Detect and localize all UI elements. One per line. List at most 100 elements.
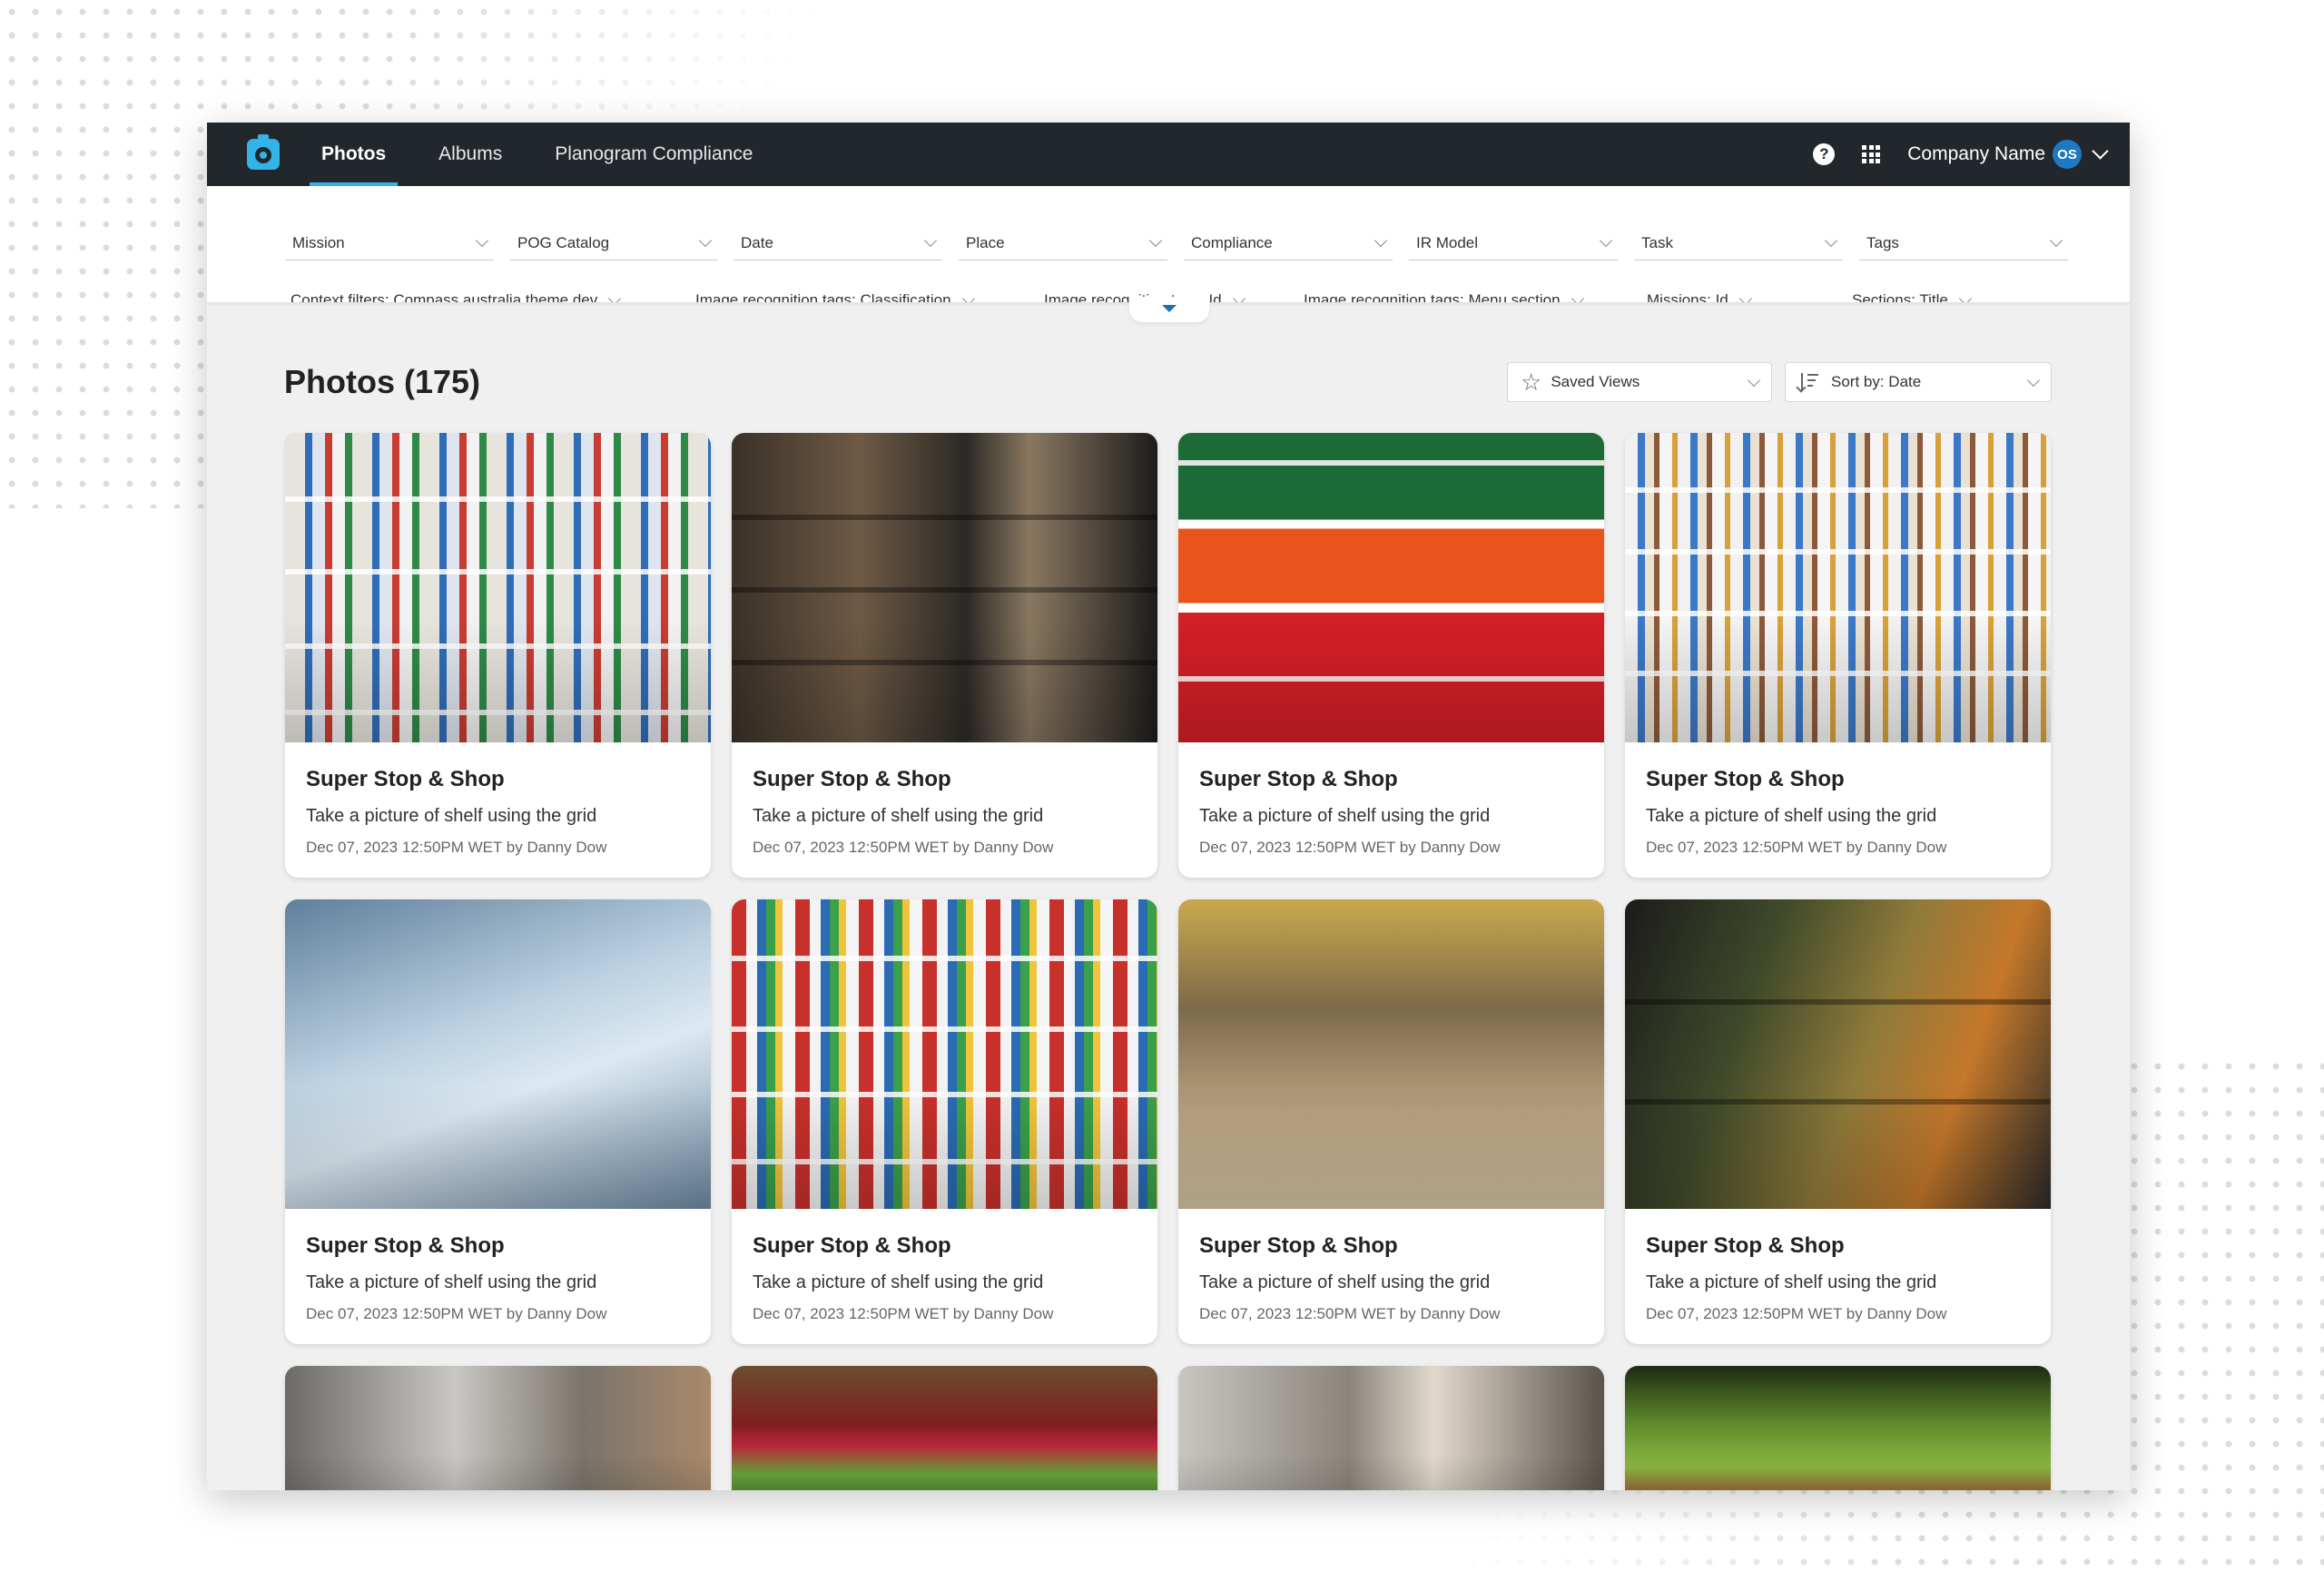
card-meta: Dec 07, 2023 12:50PM WET by Danny Dow — [1646, 839, 1947, 856]
saved-views-label: Saved Views — [1551, 373, 1640, 390]
context-filter-missions-id[interactable]: Missions: Id — [1647, 291, 1836, 302]
camera-logo-icon[interactable] — [247, 134, 280, 170]
card-task: Take a picture of shelf using the grid — [753, 806, 1044, 826]
card-store-name: Super Stop & Shop — [1199, 1233, 1398, 1258]
apps-grid-icon[interactable] — [1862, 145, 1881, 163]
card-meta: Dec 07, 2023 12:50PM WET by Danny Dow — [306, 1305, 607, 1322]
photo-card[interactable]: Super Stop & Shop Take a picture of shel… — [732, 899, 1157, 1344]
photo-card[interactable] — [1625, 1366, 2051, 1490]
filter-tags[interactable]: Tags — [1859, 231, 2068, 260]
filter-label: Image recognition tags: Menu section — [1304, 291, 1561, 302]
card-meta: Dec 07, 2023 12:50PM WET by Danny Dow — [753, 1305, 1054, 1322]
chevron-down-icon — [1232, 291, 1246, 302]
photo-thumbnail — [1178, 1366, 1604, 1490]
photo-thumbnail — [285, 433, 711, 742]
filter-task[interactable]: Task — [1634, 231, 1843, 260]
card-task: Take a picture of shelf using the grid — [1646, 1272, 1937, 1292]
filter-label: Place — [966, 233, 1005, 251]
photo-card[interactable]: Super Stop & Shop Take a picture of shel… — [732, 433, 1157, 878]
chevron-down-icon — [1747, 373, 1761, 387]
photo-card[interactable]: Super Stop & Shop Take a picture of shel… — [1178, 899, 1604, 1344]
card-store-name: Super Stop & Shop — [753, 767, 951, 791]
filter-place[interactable]: Place — [959, 231, 1167, 260]
context-filter-compass[interactable]: Context filters: Compass australia theme… — [290, 291, 679, 302]
filter-pog-catalog[interactable]: POG Catalog — [510, 231, 717, 260]
photo-card[interactable] — [285, 1366, 711, 1490]
photo-card[interactable] — [1178, 1366, 1604, 1490]
photo-card[interactable]: Super Stop & Shop Take a picture of shel… — [1625, 899, 2051, 1344]
filter-label: Mission — [292, 233, 345, 251]
card-task: Take a picture of shelf using the grid — [753, 1272, 1044, 1292]
photo-thumbnail — [285, 1366, 711, 1490]
header-actions: ? Company Name OS — [1813, 123, 2109, 186]
filter-compliance[interactable]: Compliance — [1184, 231, 1393, 260]
photo-thumbnail — [732, 433, 1157, 742]
chevron-down-icon — [1599, 233, 1613, 248]
sort-dropdown[interactable]: Sort by: Date — [1785, 362, 2052, 402]
filter-label: Date — [741, 233, 773, 251]
card-store-name: Super Stop & Shop — [1199, 767, 1398, 791]
chevron-down-icon — [698, 233, 713, 248]
context-filter-sections-title[interactable]: Sections: Title — [1852, 291, 2043, 302]
filter-panel: Mission POG Catalog Date Place Complianc… — [207, 186, 2130, 302]
filter-ir-model[interactable]: IR Model — [1409, 231, 1618, 260]
chevron-down-icon — [1374, 233, 1388, 248]
photo-thumbnail — [1178, 433, 1604, 742]
saved-views-dropdown[interactable]: ☆ Saved Views — [1507, 362, 1772, 402]
chevron-down-icon — [1571, 291, 1584, 302]
card-task: Take a picture of shelf using the grid — [1199, 806, 1491, 826]
chevron-down-icon — [1738, 291, 1752, 302]
photo-thumbnail — [285, 899, 711, 1209]
chevron-down-icon — [608, 291, 622, 302]
sort-label: Sort by: Date — [1831, 373, 1922, 390]
card-meta: Dec 07, 2023 12:50PM WET by Danny Dow — [1646, 1305, 1947, 1322]
filter-label: POG Catalog — [517, 233, 610, 251]
filter-label: Image recognition tags: Classification — [695, 291, 951, 302]
filter-label: Task — [1641, 233, 1673, 251]
filter-label: Missions: Id — [1647, 291, 1728, 302]
card-store-name: Super Stop & Shop — [753, 1233, 951, 1258]
primary-filters: Mission POG Catalog Date Place Complianc… — [285, 231, 2084, 260]
filter-date[interactable]: Date — [734, 231, 942, 260]
card-store-name: Super Stop & Shop — [1646, 1233, 1845, 1258]
tab-photos[interactable]: Photos — [310, 123, 399, 186]
chevron-down-icon — [475, 233, 489, 248]
company-name[interactable]: Company Name — [1907, 143, 2045, 165]
photo-thumbnail — [1625, 433, 2051, 742]
photo-thumbnail — [1625, 1366, 2051, 1490]
chevron-down-icon — [1824, 233, 1838, 248]
card-meta: Dec 07, 2023 12:50PM WET by Danny Dow — [1199, 1305, 1501, 1322]
context-filter-menu-section[interactable]: Image recognition tags: Menu section — [1304, 291, 1630, 302]
account-chevron-down-icon[interactable] — [2092, 142, 2109, 160]
tab-albums[interactable]: Albums — [427, 123, 514, 186]
help-icon[interactable]: ? — [1813, 143, 1836, 165]
card-task: Take a picture of shelf using the grid — [1646, 806, 1937, 826]
card-store-name: Super Stop & Shop — [306, 767, 505, 791]
photo-thumbnail — [1178, 899, 1604, 1209]
photo-card[interactable]: Super Stop & Shop Take a picture of shel… — [1625, 433, 2051, 878]
app-window: Photos Albums Planogram Compliance ? Com… — [207, 123, 2130, 1490]
photo-card[interactable]: Super Stop & Shop Take a picture of shel… — [285, 433, 711, 878]
photo-card[interactable] — [732, 1366, 1157, 1490]
photo-thumbnail — [732, 1366, 1157, 1490]
filter-label: Context filters: Compass australia theme… — [290, 291, 598, 302]
card-meta: Dec 07, 2023 12:50PM WET by Danny Dow — [306, 839, 607, 856]
chevron-down-icon — [2049, 233, 2063, 248]
star-icon: ☆ — [1521, 368, 1542, 396]
context-filter-classification[interactable]: Image recognition tags: Classification — [695, 291, 1028, 302]
chevron-down-icon — [2026, 373, 2041, 387]
photo-card[interactable]: Super Stop & Shop Take a picture of shel… — [1178, 433, 1604, 878]
chevron-down-icon — [1958, 291, 1972, 302]
filter-mission[interactable]: Mission — [285, 231, 494, 260]
tab-planogram-compliance[interactable]: Planogram Compliance — [543, 123, 764, 186]
card-meta: Dec 07, 2023 12:50PM WET by Danny Dow — [1199, 839, 1501, 856]
filter-label: Compliance — [1191, 233, 1273, 251]
card-task: Take a picture of shelf using the grid — [1199, 1272, 1491, 1292]
avatar[interactable]: OS — [2053, 140, 2082, 169]
top-navigation-bar: Photos Albums Planogram Compliance ? Com… — [207, 123, 2130, 186]
card-store-name: Super Stop & Shop — [1646, 767, 1845, 791]
filter-label: Sections: Title — [1852, 291, 1948, 302]
page-title: Photos (175) — [284, 363, 481, 400]
photo-card[interactable]: Super Stop & Shop Take a picture of shel… — [285, 899, 711, 1344]
expand-filters-toggle[interactable] — [1129, 297, 1209, 322]
